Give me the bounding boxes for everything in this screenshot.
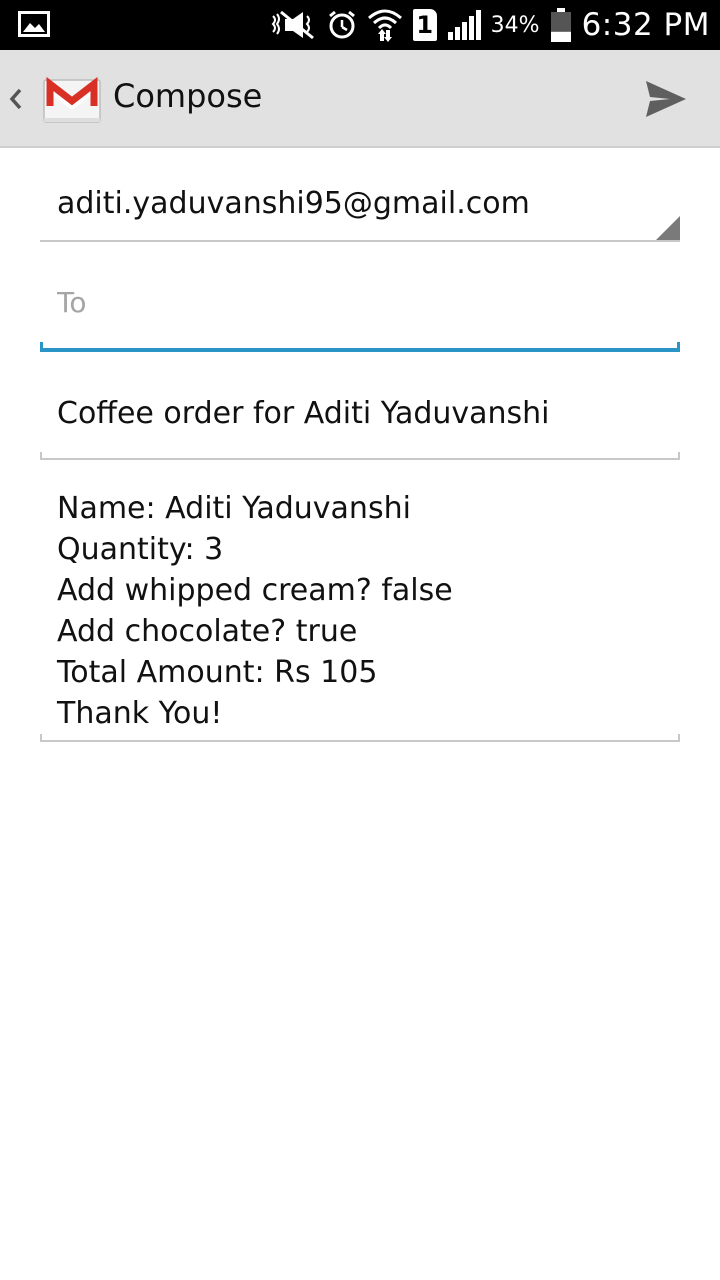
body-text: Name: Aditi Yaduvanshi Quantity: 3 Add w… [57, 488, 453, 734]
alarm-icon [328, 10, 355, 39]
to-underline-cap-right [677, 342, 680, 352]
mute-icon [271, 10, 314, 40]
body-line: Name: Aditi Yaduvanshi [57, 491, 411, 526]
to-input[interactable] [57, 282, 657, 322]
battery-icon [550, 8, 571, 42]
subject-underline-cap-left [40, 452, 42, 460]
to-field[interactable] [40, 242, 680, 352]
body-field[interactable]: Name: Aditi Yaduvanshi Quantity: 3 Add w… [40, 460, 680, 742]
body-line: Add chocolate? true [57, 614, 358, 649]
status-icons: 1 34% 6:32 PM [271, 0, 710, 50]
action-bar: Compose [0, 50, 720, 148]
chevron-left-icon[interactable] [8, 84, 24, 114]
send-icon[interactable] [640, 74, 690, 124]
status-bar: 1 34% 6:32 PM [0, 0, 720, 50]
clock: 6:32 PM [581, 7, 710, 43]
subject-field[interactable]: Coffee order for Aditi Yaduvanshi [40, 352, 680, 460]
gallery-notification-icon [18, 11, 50, 37]
body-line: Thank You! [57, 696, 223, 731]
battery-percent: 34% [490, 12, 540, 38]
screen-title: Compose [113, 77, 263, 115]
body-underline-cap-left [40, 734, 42, 742]
body-line: Quantity: 3 [57, 532, 224, 567]
from-account-spinner[interactable]: aditi.yaduvanshi95@gmail.com [40, 150, 680, 242]
subject-underline-cap-right [678, 452, 680, 460]
body-line: Total Amount: Rs 105 [57, 655, 378, 690]
body-underline-cap-right [678, 734, 680, 742]
gmail-logo-icon[interactable] [42, 68, 102, 128]
to-underline-cap-left [40, 342, 43, 352]
from-address: aditi.yaduvanshi95@gmail.com [57, 186, 530, 221]
sim-number: 1 [416, 11, 434, 39]
subject-text: Coffee order for Aditi Yaduvanshi [57, 396, 550, 431]
wifi-icon [367, 9, 402, 42]
dropdown-corner-icon [656, 216, 680, 240]
body-divider [40, 740, 680, 742]
body-line: Add whipped cream? false [57, 573, 453, 608]
signal-icon [447, 10, 481, 40]
sim-1-icon: 1 [412, 9, 437, 41]
